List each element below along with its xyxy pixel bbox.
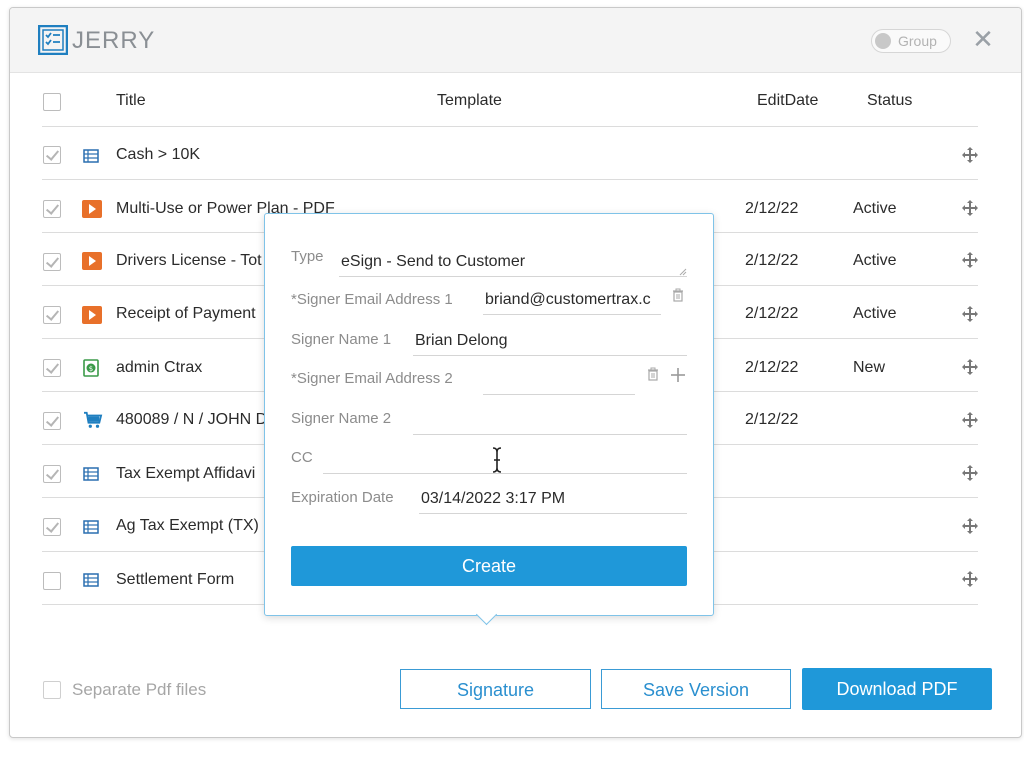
row-edit-date: 2/12/22 <box>745 305 799 322</box>
row-edit-date: 2/12/22 <box>745 411 799 428</box>
row-checkbox[interactable] <box>43 359 61 377</box>
cc-underline <box>323 473 687 474</box>
separate-pdf-checkbox[interactable] <box>43 681 61 699</box>
drag-handle-icon[interactable] <box>961 411 979 429</box>
signer-name-1-underline <box>413 355 687 356</box>
pdf-play-icon <box>82 306 102 324</box>
row-edit-date: 2/12/22 <box>745 252 799 269</box>
row-status: Active <box>853 305 897 322</box>
row-divider <box>42 179 978 180</box>
row-title[interactable]: Receipt of Payment <box>116 305 256 323</box>
header-divider <box>42 126 978 127</box>
drag-handle-icon[interactable] <box>961 517 979 535</box>
row-title[interactable]: Cash > 10K <box>116 146 200 164</box>
separate-pdf-label: Separate Pdf files <box>72 680 207 699</box>
table-icon <box>83 149 99 163</box>
cart-icon <box>84 411 103 428</box>
money-doc-icon: $ <box>83 359 99 377</box>
trash-icon[interactable] <box>646 367 660 381</box>
esign-popover: Type eSign - Send to Customer *Signer Em… <box>264 213 714 626</box>
column-title: Title <box>116 92 146 109</box>
row-checkbox[interactable] <box>43 572 61 590</box>
row-title[interactable]: Settlement Form <box>116 571 234 589</box>
select-all-checkbox[interactable] <box>43 93 61 111</box>
download-pdf-button[interactable]: Download PDF <box>802 668 992 710</box>
drag-handle-icon[interactable] <box>961 199 979 217</box>
row-edit-date: 2/12/22 <box>745 359 799 376</box>
resize-grip-icon <box>679 268 687 276</box>
drag-handle-icon[interactable] <box>961 146 979 164</box>
row-checkbox[interactable] <box>43 200 61 218</box>
signer-email-2-label: *Signer Email Address 2 <box>291 370 453 387</box>
text-cursor-icon <box>492 447 502 473</box>
column-edit-date: EditDate <box>757 92 819 109</box>
signer-name-1-field[interactable]: Brian Delong <box>415 332 685 350</box>
row-title[interactable]: 480089 / N / JOHN D <box>116 411 267 429</box>
row-status: Active <box>853 200 897 217</box>
save-version-button[interactable]: Save Version <box>601 669 791 709</box>
expiration-date-field[interactable]: 03/14/2022 3:17 PM <box>421 490 685 508</box>
row-checkbox[interactable] <box>43 412 61 430</box>
drag-handle-icon[interactable] <box>961 305 979 323</box>
signer-name-2-label: Signer Name 2 <box>291 410 392 427</box>
drag-handle-icon[interactable] <box>961 570 979 588</box>
signer-name-1-label: Signer Name 1 <box>291 331 392 348</box>
group-toggle-label: Group <box>898 33 937 49</box>
row-status: Active <box>853 252 897 269</box>
type-select[interactable]: eSign - Send to Customer <box>341 253 681 271</box>
row-checkbox[interactable] <box>43 465 61 483</box>
signer-email-1-underline <box>483 314 661 315</box>
signature-button[interactable]: Signature <box>400 669 591 709</box>
row-status: New <box>853 359 886 376</box>
add-icon[interactable] <box>670 367 686 383</box>
expiration-date-label: Expiration Date <box>291 489 394 506</box>
drag-handle-icon[interactable] <box>961 358 979 376</box>
table-icon <box>83 573 99 587</box>
table-icon <box>83 467 99 481</box>
pdf-play-icon <box>82 200 102 218</box>
signer-email-2-underline <box>483 394 635 395</box>
row-checkbox[interactable] <box>43 146 61 164</box>
signer-email-1-field[interactable]: briand@customertrax.c <box>485 291 661 309</box>
svg-text:$: $ <box>89 365 93 373</box>
drag-handle-icon[interactable] <box>961 251 979 269</box>
drag-handle-icon[interactable] <box>961 464 979 482</box>
table-icon <box>83 520 99 534</box>
row-edit-date: 2/12/22 <box>745 200 799 217</box>
signer-email-1-label: *Signer Email Address 1 <box>291 291 453 308</box>
toggle-knob <box>875 33 891 49</box>
column-status: Status <box>867 92 913 109</box>
row-checkbox[interactable] <box>43 253 61 271</box>
cc-label: CC <box>291 449 313 466</box>
row-title[interactable]: Ag Tax Exempt (TX) <box>116 517 259 535</box>
brand-name: JERRY <box>72 27 156 54</box>
column-template: Template <box>437 92 502 109</box>
expiration-date-underline <box>419 513 687 514</box>
type-underline <box>339 276 687 277</box>
pdf-play-icon <box>82 252 102 270</box>
row-checkbox[interactable] <box>43 518 61 536</box>
row-title[interactable]: Tax Exempt Affidavi <box>116 465 255 483</box>
trash-icon[interactable] <box>671 288 685 302</box>
row-title[interactable]: Drivers License - Tot <box>116 252 262 270</box>
type-label: Type <box>291 248 324 265</box>
dialog-header: JERRY Group ✕ <box>10 8 1021 73</box>
row-checkbox[interactable] <box>43 306 61 324</box>
create-button[interactable]: Create <box>291 546 687 586</box>
checklist-logo-icon <box>38 25 68 55</box>
close-icon[interactable]: ✕ <box>972 26 994 52</box>
signer-name-2-underline <box>413 434 687 435</box>
group-toggle[interactable]: Group <box>871 29 951 53</box>
row-title[interactable]: admin Ctrax <box>116 359 202 377</box>
